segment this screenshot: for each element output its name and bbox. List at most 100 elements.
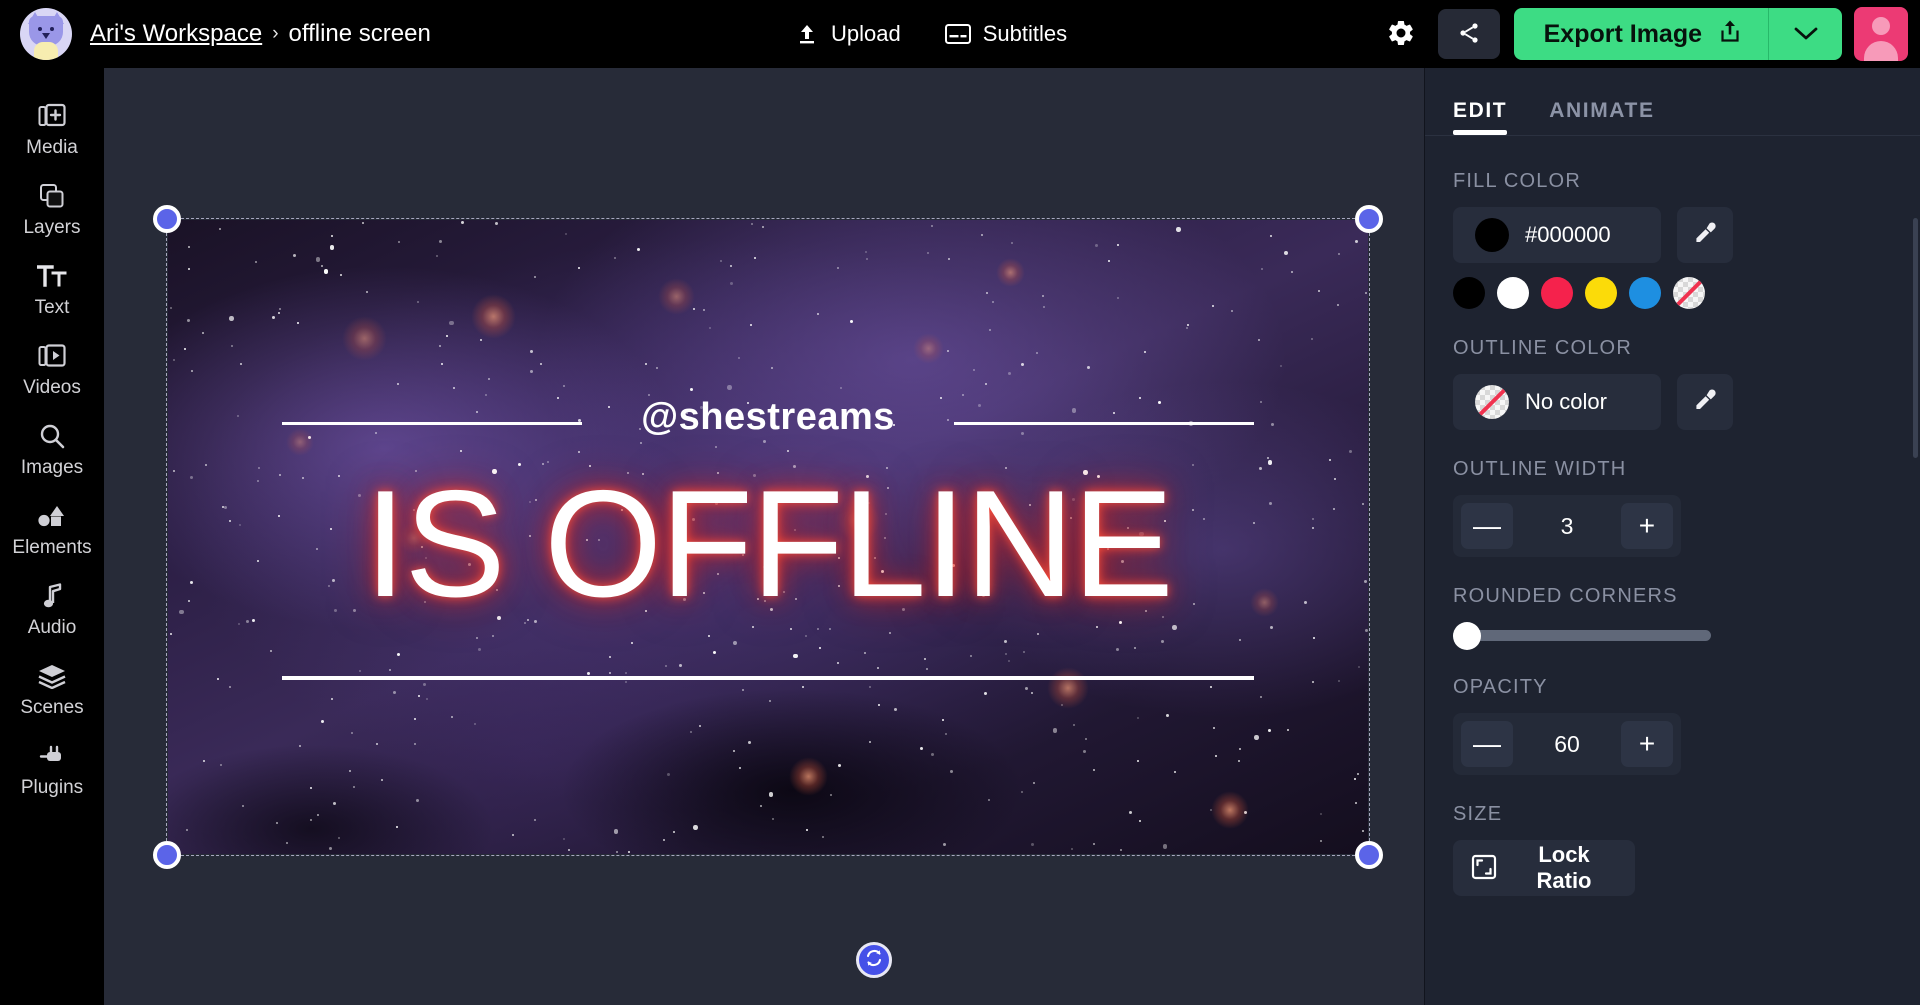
outline-eyedropper-button[interactable] bbox=[1677, 374, 1733, 430]
breadcrumb-separator-icon: › bbox=[272, 23, 278, 45]
fill-color-label: FILL COLOR bbox=[1453, 170, 1892, 193]
rounded-corners-track bbox=[1453, 630, 1711, 641]
resize-handle-top-left[interactable] bbox=[153, 205, 181, 233]
sidebar-item-images[interactable]: Images bbox=[0, 410, 104, 490]
swatch-red[interactable] bbox=[1541, 277, 1573, 309]
outline-width-decrease-button[interactable]: — bbox=[1461, 503, 1513, 549]
breadcrumb: Ari's Workspace › offline screen bbox=[90, 20, 431, 48]
sidebar-label-elements: Elements bbox=[12, 537, 91, 559]
sidebar-label-media: Media bbox=[26, 137, 78, 159]
artboard[interactable]: @shestreams IS OFFLINE bbox=[168, 220, 1368, 854]
top-center-tools: Upload Subtitles bbox=[795, 0, 1067, 68]
sidebar-item-elements[interactable]: Elements bbox=[0, 490, 104, 570]
sidebar-label-layers: Layers bbox=[23, 217, 80, 239]
outline-width-label: OUTLINE WIDTH bbox=[1453, 458, 1892, 481]
export-image-button[interactable]: Export Image bbox=[1514, 8, 1768, 60]
sidebar-item-audio[interactable]: Audio bbox=[0, 570, 104, 650]
outline-width-stepper: — 3 + bbox=[1453, 495, 1681, 557]
canvas-area[interactable]: @shestreams IS OFFLINE bbox=[104, 68, 1424, 1005]
sidebar-item-media[interactable]: Media bbox=[0, 90, 104, 170]
avatar-eye-left bbox=[38, 27, 42, 31]
size-label: SIZE bbox=[1453, 803, 1892, 826]
swatch-black[interactable] bbox=[1453, 277, 1485, 309]
share-export-icon bbox=[1718, 18, 1742, 51]
resize-handle-bottom-left[interactable] bbox=[153, 841, 181, 869]
resize-handle-top-right[interactable] bbox=[1355, 205, 1383, 233]
settings-button[interactable] bbox=[1374, 7, 1428, 61]
fill-eyedropper-button[interactable] bbox=[1677, 207, 1733, 263]
tab-animate[interactable]: ANIMATE bbox=[1549, 99, 1654, 135]
opacity-stepper: — 60 + bbox=[1453, 713, 1681, 775]
sidebar-label-text: Text bbox=[35, 297, 70, 319]
media-add-icon bbox=[38, 101, 66, 131]
swatch-blue[interactable] bbox=[1629, 277, 1661, 309]
sidebar-item-plugins[interactable]: Plugins bbox=[0, 730, 104, 810]
breadcrumb-document-title[interactable]: offline screen bbox=[289, 20, 431, 48]
chevron-down-icon bbox=[1793, 25, 1819, 44]
fill-color-row: #000000 bbox=[1453, 207, 1892, 263]
avatar[interactable] bbox=[20, 8, 72, 60]
avatar-body bbox=[34, 42, 58, 60]
music-note-icon bbox=[40, 581, 64, 611]
fill-color-value: #000000 bbox=[1525, 222, 1611, 248]
avatar-nose bbox=[42, 33, 50, 39]
outline-color-label: OUTLINE COLOR bbox=[1453, 337, 1892, 360]
sidebar-label-audio: Audio bbox=[28, 617, 77, 639]
panel-body: FILL COLOR #000000 OUT bbox=[1425, 136, 1920, 896]
lock-ratio-label: Lock Ratio bbox=[1511, 842, 1617, 894]
decor-rule-bottom bbox=[282, 676, 1254, 680]
rounded-corners-thumb[interactable] bbox=[1453, 622, 1481, 650]
subtitles-label: Subtitles bbox=[983, 21, 1067, 47]
sidebar-item-text[interactable]: Text bbox=[0, 250, 104, 330]
outline-color-field[interactable]: No color bbox=[1453, 374, 1661, 430]
fill-color-field[interactable]: #000000 bbox=[1453, 207, 1661, 263]
share-button[interactable] bbox=[1438, 9, 1500, 59]
export-options-button[interactable] bbox=[1768, 8, 1842, 60]
swatch-white[interactable] bbox=[1497, 277, 1529, 309]
sidebar-label-scenes: Scenes bbox=[20, 697, 83, 719]
breadcrumb-workspace-link[interactable]: Ari's Workspace bbox=[90, 20, 262, 48]
swatch-yellow[interactable] bbox=[1585, 277, 1617, 309]
profile-button[interactable] bbox=[1854, 7, 1908, 61]
panel-scrollbar[interactable] bbox=[1913, 218, 1918, 458]
upload-icon bbox=[795, 22, 819, 46]
outline-color-swatch bbox=[1475, 385, 1509, 419]
upload-label: Upload bbox=[831, 21, 901, 47]
panel-tabs: EDIT ANIMATE bbox=[1425, 68, 1920, 136]
subtitles-icon bbox=[945, 24, 971, 44]
resize-handle-bottom-right[interactable] bbox=[1355, 841, 1383, 869]
lock-ratio-button[interactable]: Lock Ratio bbox=[1453, 840, 1635, 896]
outline-color-row: No color bbox=[1453, 374, 1892, 430]
text-tt-icon bbox=[37, 261, 67, 291]
top-right-actions: Export Image bbox=[1374, 0, 1920, 68]
top-bar: Ari's Workspace › offline screen Upload bbox=[0, 0, 1920, 68]
rotate-icon bbox=[863, 947, 885, 974]
search-magnifier-icon bbox=[38, 421, 66, 451]
tab-edit[interactable]: EDIT bbox=[1453, 99, 1507, 135]
user-avatar-body bbox=[1864, 41, 1898, 61]
video-play-icon bbox=[38, 341, 66, 371]
sidebar-item-scenes[interactable]: Scenes bbox=[0, 650, 104, 730]
rotate-handle[interactable] bbox=[856, 942, 892, 978]
sidebar-item-layers[interactable]: Layers bbox=[0, 170, 104, 250]
layers-stack-icon bbox=[38, 181, 66, 211]
properties-panel: EDIT ANIMATE FILL COLOR #000000 bbox=[1424, 68, 1920, 1005]
swatch-no-color[interactable] bbox=[1673, 277, 1705, 309]
rounded-corners-slider[interactable] bbox=[1453, 622, 1711, 648]
opacity-decrease-button[interactable]: — bbox=[1461, 721, 1513, 767]
lock-ratio-icon bbox=[1471, 854, 1497, 883]
opacity-value: 60 bbox=[1554, 731, 1580, 758]
sidebar-label-plugins: Plugins bbox=[21, 777, 83, 799]
left-sidebar: Media Layers Text Videos bbox=[0, 68, 104, 1005]
upload-button[interactable]: Upload bbox=[795, 21, 901, 47]
sidebar-label-videos: Videos bbox=[23, 377, 81, 399]
sidebar-item-videos[interactable]: Videos bbox=[0, 330, 104, 410]
eyedropper-icon bbox=[1692, 388, 1718, 417]
opacity-increase-button[interactable]: + bbox=[1621, 721, 1673, 767]
outline-width-increase-button[interactable]: + bbox=[1621, 503, 1673, 549]
opacity-label: OPACITY bbox=[1453, 676, 1892, 699]
subtitles-button[interactable]: Subtitles bbox=[945, 21, 1067, 47]
gear-icon bbox=[1386, 18, 1416, 51]
rounded-corners-label: ROUNDED CORNERS bbox=[1453, 585, 1892, 608]
share-icon bbox=[1457, 21, 1481, 48]
